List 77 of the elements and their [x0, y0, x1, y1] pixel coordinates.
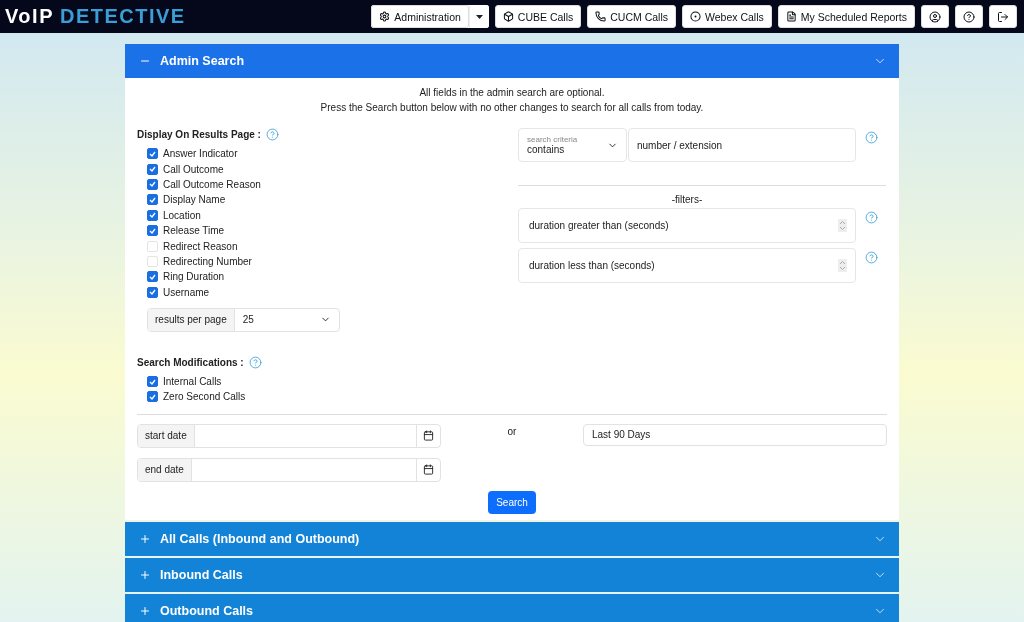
user-button[interactable] — [921, 5, 949, 28]
plus-icon — [139, 532, 151, 545]
intro-text: All fields in the admin search are optional. — [418, 88, 606, 97]
section-label: Search Modifications : — [137, 356, 244, 368]
checkbox-label: Release Time — [163, 225, 225, 237]
search-button[interactable]: Search — [488, 490, 536, 514]
logout-button[interactable] — [989, 5, 1017, 28]
plus-icon — [139, 604, 151, 617]
checkbox[interactable]: Zero Second Calls — [137, 389, 518, 405]
number-field[interactable]: number / extension — [628, 128, 856, 162]
checkbox-box[interactable] — [147, 194, 158, 206]
intro-text: Press the Search button below with no other changes to search for all calls from today. — [319, 103, 705, 112]
checkbox-label: Ring Duration — [163, 271, 225, 283]
checkbox-label: Redirecting Number — [163, 255, 252, 267]
checkbox-label: Zero Second Calls — [163, 391, 246, 403]
checkbox-box[interactable] — [147, 271, 158, 283]
results-per-page-select[interactable]: results per page 25 — [147, 307, 340, 332]
nav-button[interactable]: Webex Calls — [682, 5, 772, 28]
filters-label: -filters- — [670, 194, 704, 205]
start-date-field[interactable]: start date — [137, 423, 441, 448]
checkbox-box[interactable] — [147, 376, 158, 388]
help-button[interactable] — [955, 5, 983, 28]
user-icon — [929, 10, 941, 23]
phone-icon — [595, 11, 607, 22]
checkbox[interactable]: Username — [137, 284, 518, 300]
section-header[interactable]: Admin Search — [125, 44, 899, 78]
logout-icon — [997, 10, 1009, 23]
section-header[interactable]: Outbound Calls — [125, 593, 899, 622]
checkbox-label: Call Outcome — [163, 163, 224, 175]
caret-icon — [475, 14, 483, 19]
checkbox[interactable]: Call Outcome Reason — [137, 176, 518, 193]
checkbox-label: Display Name — [163, 194, 226, 206]
logo: VoIP DETECTIVE — [5, 5, 186, 28]
calendar-icon[interactable] — [423, 430, 434, 442]
cube-icon — [502, 11, 514, 22]
checkbox-box[interactable] — [147, 148, 158, 160]
dropdown-caret[interactable] — [468, 5, 489, 28]
checkbox-box[interactable] — [147, 209, 158, 221]
checkbox-box[interactable] — [147, 391, 158, 403]
help-icon — [963, 10, 975, 23]
section-label: Display On Results Page : — [137, 129, 261, 140]
gear-icon — [379, 11, 391, 22]
duration-field[interactable]: duration less than (seconds) — [518, 248, 856, 283]
checkbox[interactable]: Internal Calls — [137, 373, 518, 390]
search-criteria-select[interactable]: search criteria contains — [518, 128, 627, 162]
checkbox[interactable]: Answer Indicator — [137, 146, 518, 162]
nav-button[interactable]: Administration — [371, 5, 469, 28]
checkbox[interactable]: Display Name — [137, 192, 518, 208]
duration-field[interactable]: duration greater than (seconds) — [518, 208, 856, 243]
document-icon — [785, 11, 797, 22]
checkbox-label: Location — [163, 209, 201, 221]
checkbox-label: Internal Calls — [163, 376, 222, 388]
checkbox-label: Redirect Reason — [163, 240, 238, 252]
checkbox-box[interactable] — [147, 178, 158, 190]
or-label: or — [507, 424, 517, 439]
date-range-field[interactable]: Last 90 Days — [583, 423, 887, 446]
plus-icon — [139, 568, 151, 581]
checkbox-box[interactable] — [147, 163, 158, 175]
checkbox[interactable]: Redirect Reason — [137, 238, 518, 254]
end-date-field[interactable]: end date — [137, 457, 441, 482]
section-header[interactable]: Inbound Calls — [125, 557, 899, 592]
checkbox-box[interactable] — [147, 286, 158, 298]
checkbox-box[interactable] — [147, 225, 158, 237]
checkbox[interactable]: Ring Duration — [137, 269, 518, 285]
radio-icon — [690, 11, 701, 22]
checkbox-label: Username — [163, 286, 210, 298]
nav-button[interactable]: CUCM Calls — [587, 5, 676, 28]
checkbox-label: Answer Indicator — [163, 148, 238, 160]
nav-button[interactable]: My Scheduled Reports — [777, 5, 915, 28]
checkbox[interactable]: Call Outcome — [137, 161, 518, 177]
nav-button[interactable]: CUBE Calls — [494, 5, 582, 28]
checkbox[interactable]: Release Time — [137, 222, 518, 239]
checkbox[interactable]: Location — [137, 207, 518, 223]
section-header[interactable]: All Calls (Inbound and Outbound) — [125, 521, 899, 556]
checkbox[interactable]: Redirecting Number — [137, 253, 518, 270]
checkbox-label: Call Outcome Reason — [163, 178, 261, 190]
calendar-icon[interactable] — [423, 464, 434, 476]
